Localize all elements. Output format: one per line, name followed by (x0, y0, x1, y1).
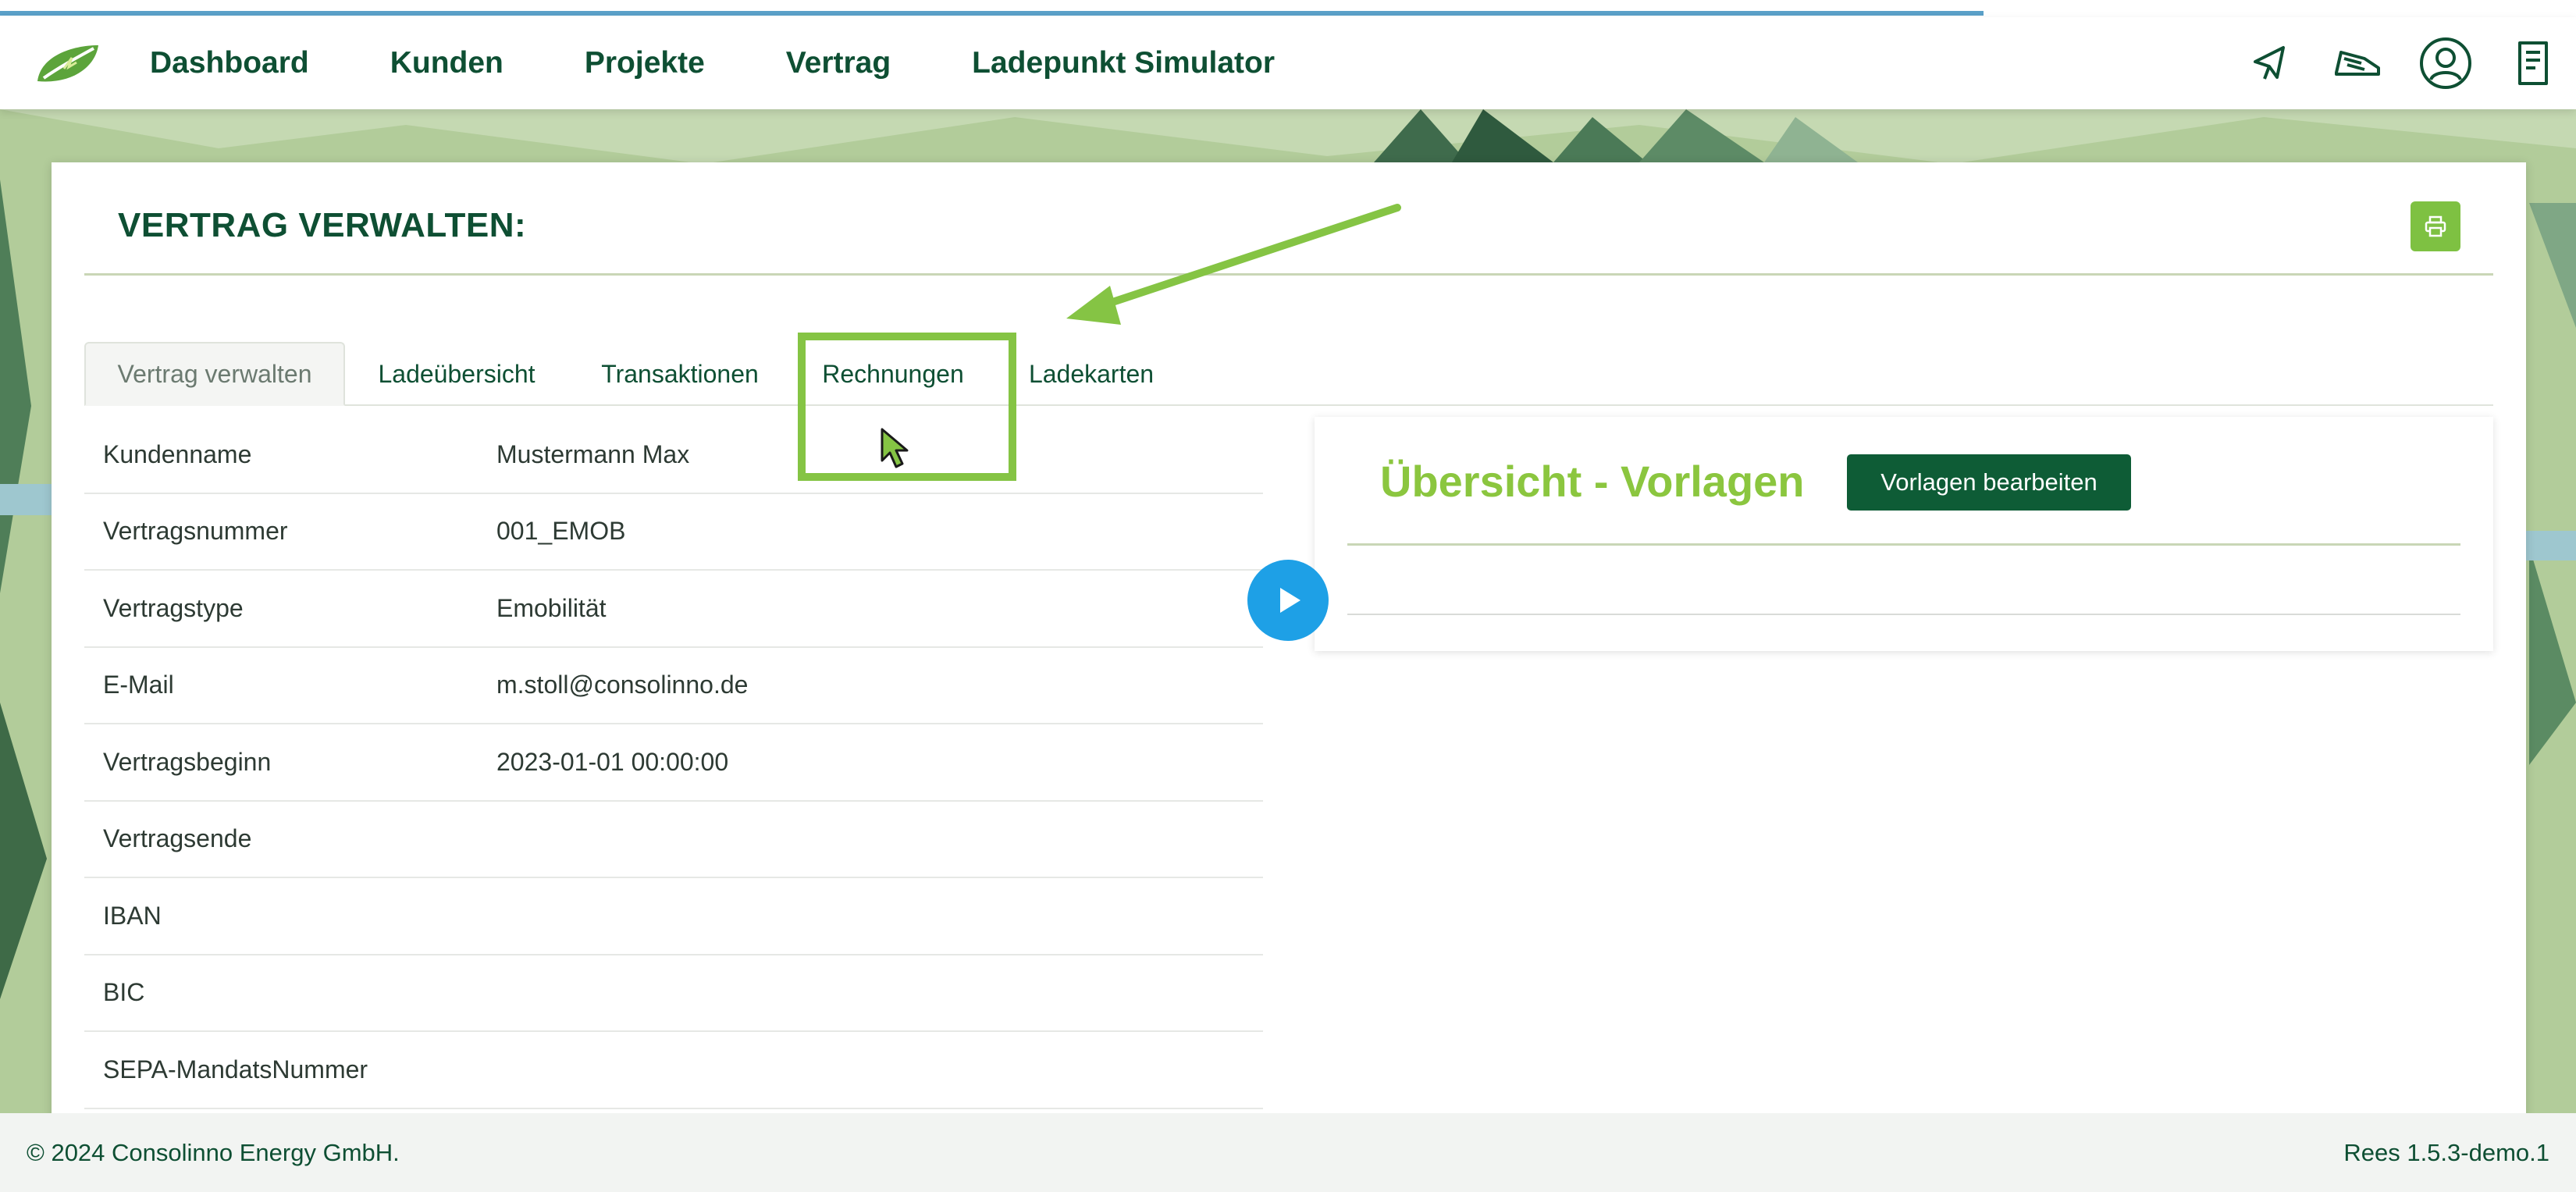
loading-progress-fill (0, 11, 1984, 16)
row-label: Vertragsbeginn (103, 747, 272, 776)
table-row: IBAN (84, 878, 1263, 955)
tab-vertrag-verwalten[interactable]: Vertrag verwalten (84, 342, 345, 406)
table-row: Kundenname Mustermann Max (84, 417, 1263, 494)
row-label: BIC (103, 978, 145, 1007)
row-label: Vertragsnummer (103, 517, 288, 546)
overview-title: Übersicht - Vorlagen (1380, 457, 1805, 506)
row-label: IBAN (103, 901, 162, 930)
truck-icon[interactable] (2331, 36, 2386, 91)
overview-divider (1347, 543, 2460, 546)
document-icon[interactable] (2506, 36, 2560, 91)
row-value: Emobilität (496, 593, 607, 622)
table-row: Vertragsnummer 001_EMOB (84, 494, 1263, 571)
templates-overview-panel: Übersicht - Vorlagen Vorlagen bearbeiten (1315, 417, 2493, 651)
row-value: 2023-01-01 00:00:00 (496, 747, 729, 776)
tab-ladeuebersicht[interactable]: Ladeübersicht (345, 342, 568, 406)
main-nav: Dashboard Kunden Projekte Vertrag Ladepu… (150, 17, 1356, 109)
page-title: VERTRAG VERWALTEN: (118, 206, 527, 244)
row-value: 001_EMOB (496, 517, 626, 546)
brand-logo-icon[interactable] (33, 41, 103, 87)
pin-icon[interactable] (2243, 36, 2298, 91)
row-value: m.stoll@consolinno.de (496, 671, 749, 699)
play-icon (1280, 588, 1300, 613)
row-label: SEPA-MandatsNummer (103, 1055, 368, 1083)
user-icon[interactable] (2418, 36, 2473, 91)
footer-copyright: © 2024 Consolinno Energy GmbH. (27, 1138, 400, 1166)
row-label: Vertragsende (103, 824, 252, 853)
play-video-button[interactable] (1247, 560, 1329, 641)
table-row: E-Mail m.stoll@consolinno.de (84, 648, 1263, 724)
row-label: E-Mail (103, 671, 174, 699)
nav-vertrag[interactable]: Vertrag (786, 46, 891, 80)
contract-details-table: Kundenname Mustermann Max Vertragsnummer… (84, 417, 1263, 1109)
footer-version: Rees 1.5.3-demo.1 (2343, 1138, 2549, 1166)
table-row: SEPA-MandatsNummer (84, 1032, 1263, 1109)
row-label: Kundenname (103, 439, 252, 468)
nav-projekte[interactable]: Projekte (585, 46, 705, 80)
page-footer: © 2024 Consolinno Energy GmbH. Rees 1.5.… (0, 1113, 2576, 1192)
contract-tabs: Vertrag verwalten Ladeübersicht Transakt… (84, 342, 2493, 406)
table-row: Vertragsende (84, 802, 1263, 878)
tab-transaktionen[interactable]: Transaktionen (568, 342, 792, 406)
annotation-arrow-icon (1066, 204, 1401, 325)
top-navbar: Dashboard Kunden Projekte Vertrag Ladepu… (0, 17, 2576, 109)
nav-kunden[interactable]: Kunden (390, 46, 503, 80)
nav-dashboard[interactable]: Dashboard (150, 46, 309, 80)
edit-templates-button[interactable]: Vorlagen bearbeiten (1847, 454, 2131, 511)
overview-divider-secondary (1347, 614, 2460, 615)
table-row: Vertragstype Emobilität (84, 571, 1263, 648)
print-button[interactable] (2411, 201, 2460, 251)
tab-ladekarten[interactable]: Ladekarten (994, 342, 1188, 406)
loading-progress-bar (0, 0, 2576, 17)
printer-icon (2425, 215, 2446, 237)
table-row: Vertragsbeginn 2023-01-01 00:00:00 (84, 724, 1263, 802)
mouse-cursor-icon (881, 428, 909, 468)
table-row: BIC (84, 955, 1263, 1032)
nav-ladepunkt-simulator[interactable]: Ladepunkt Simulator (972, 46, 1275, 80)
nav-icon-group (2243, 36, 2560, 91)
row-label: Vertragstype (103, 593, 244, 622)
